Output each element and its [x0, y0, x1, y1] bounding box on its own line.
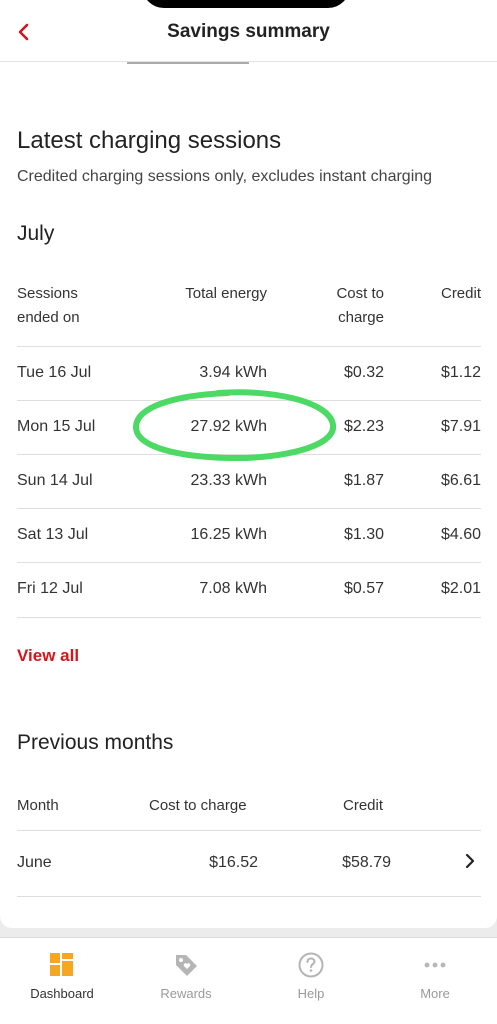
- session-energy: 3.94 kWh: [199, 364, 267, 381]
- rewards-tag-icon: [176, 955, 197, 976]
- table-row: Tue 16 Jul 3.94 kWh $0.32 $1.12: [17, 346, 481, 400]
- month-cost: $16.52: [209, 854, 258, 871]
- column-month: Month: [17, 797, 59, 814]
- session-cost: $1.87: [343, 472, 384, 489]
- nav-label: Dashboard: [30, 986, 94, 1001]
- session-energy: 7.08 kWh: [199, 580, 267, 597]
- page-title: Savings summary: [167, 21, 330, 42]
- nav-label: Rewards: [160, 986, 212, 1001]
- nav-label: Help: [297, 986, 325, 1001]
- previous-months-heading: Previous months: [17, 731, 174, 754]
- dashboard-icon: [50, 953, 73, 976]
- nav-dashboard[interactable]: Dashboard: [0, 938, 124, 1024]
- table-row: Mon 15 Jul 27.92 kWh $2.23 $7.91: [17, 400, 481, 454]
- session-energy: 27.92 kWh: [190, 418, 267, 435]
- tab-indicator: [127, 62, 249, 64]
- session-energy: 23.33 kWh: [190, 472, 267, 489]
- savings-card: Latest charging sessions Credited chargi…: [0, 62, 497, 928]
- column-credit: Credit: [440, 285, 481, 302]
- column-credit: Credit: [343, 797, 384, 814]
- session-cost: $2.23: [343, 418, 384, 435]
- month-heading: July: [17, 222, 55, 245]
- session-energy: 16.25 kWh: [190, 526, 267, 543]
- table-row: Sat 13 Jul 16.25 kWh $1.30 $4.60: [17, 508, 481, 562]
- header-bar: Savings summary: [0, 0, 497, 62]
- more-dots-icon: [424, 962, 446, 968]
- session-date: Fri 12 Jul: [17, 580, 83, 597]
- table-row: Sun 14 Jul 23.33 kWh $1.87 $6.61: [17, 454, 481, 508]
- month-name: June: [17, 854, 52, 871]
- session-cost: $1.30: [343, 526, 384, 543]
- latest-sessions-subtitle: Credited charging sessions only, exclude…: [17, 168, 433, 185]
- view-all-link[interactable]: View all: [17, 646, 79, 666]
- device-notch: [142, 0, 350, 8]
- session-cost: $0.57: [343, 580, 384, 597]
- session-cost: $0.32: [343, 364, 384, 381]
- nav-label: More: [420, 986, 450, 1001]
- session-date: Mon 15 Jul: [17, 418, 96, 435]
- nav-help[interactable]: Help: [249, 938, 373, 1024]
- session-credit: $4.60: [440, 526, 481, 543]
- session-credit: $7.91: [440, 418, 481, 435]
- session-credit: $1.12: [440, 364, 481, 381]
- bottom-navigation: Dashboard Rewards Help More: [0, 937, 497, 1024]
- table-divider: [17, 617, 481, 618]
- nav-rewards[interactable]: Rewards: [124, 938, 248, 1024]
- column-total-energy: Total energy: [185, 285, 267, 302]
- app-screen: Savings summary Latest charging sessions…: [0, 0, 497, 1024]
- column-sessions-ended: Sessions ended on: [17, 285, 80, 326]
- nav-more[interactable]: More: [373, 938, 497, 1024]
- session-credit: $6.61: [440, 472, 481, 489]
- column-cost-to-charge: Cost to charge: [149, 797, 247, 814]
- session-date: Sat 13 Jul: [17, 526, 89, 543]
- column-cost-to-charge: Cost to charge: [336, 285, 384, 326]
- session-date: Tue 16 Jul: [17, 364, 92, 381]
- sessions-table-header: Sessions ended on Total energy Cost to c…: [0, 282, 497, 346]
- session-credit: $2.01: [440, 580, 481, 597]
- latest-sessions-heading: Latest charging sessions: [17, 127, 282, 154]
- chevron-right-icon: [465, 853, 475, 874]
- previous-month-row[interactable]: June $16.52 $58.79: [17, 830, 481, 897]
- table-row: Fri 12 Jul 7.08 kWh $0.57 $2.01: [17, 562, 481, 616]
- month-credit: $58.79: [342, 854, 391, 871]
- help-icon: [298, 952, 324, 978]
- session-date: Sun 14 Jul: [17, 472, 93, 489]
- previous-table-header: Month Cost to charge Credit: [0, 794, 497, 830]
